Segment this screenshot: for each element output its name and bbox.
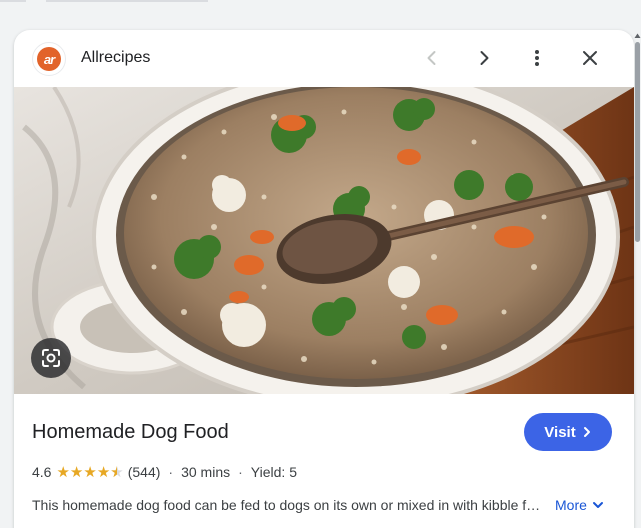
cook-time: 30 mins [181, 464, 231, 480]
star-icon: ★ [96, 463, 111, 481]
lens-search-icon [42, 349, 60, 367]
visit-button-label: Visit [544, 423, 576, 441]
panel-header: ar Allrecipes [14, 30, 634, 86]
scrollbar-thumb[interactable] [635, 42, 640, 242]
more-options-button[interactable] [523, 44, 551, 72]
recipe-title[interactable]: Homemade Dog Food [32, 421, 229, 444]
chevron-right-icon [583, 427, 590, 437]
scrollbar[interactable] [634, 30, 641, 528]
star-icon: ★ [69, 463, 84, 481]
rating-value: 4.6 [32, 464, 52, 480]
chevron-right-icon [480, 51, 489, 65]
star-icon: ★ [83, 463, 97, 481]
knowledge-panel: ar Allrecipes Homemade Dog Food Visit 4.… [14, 30, 634, 528]
more-vert-icon [535, 50, 539, 66]
recipe-image[interactable] [14, 87, 634, 394]
more-button[interactable]: More [555, 497, 604, 513]
more-label: More [555, 497, 587, 513]
recipe-yield: Yield: 5 [250, 464, 297, 480]
recipe-description: This homemade dog food can be fed to dog… [32, 497, 542, 513]
top-divider [0, 0, 26, 2]
chevron-left-icon [427, 51, 436, 65]
close-button[interactable] [576, 44, 604, 72]
recipe-meta: 4.6 ★ ★ ★ ★ ★ (544) · 30 mins · Yield: 5 [32, 464, 297, 480]
separator-dot: · [238, 464, 243, 480]
review-count: (544) [127, 464, 161, 480]
visit-button[interactable]: Visit [524, 413, 612, 451]
dog-food-pot-illustration [14, 87, 634, 394]
lens-search-button[interactable] [31, 338, 71, 378]
site-name[interactable]: Allrecipes [81, 49, 150, 67]
previous-button[interactable] [418, 44, 446, 72]
allrecipes-logo-icon: ar [37, 47, 61, 71]
site-logo[interactable]: ar [32, 42, 66, 76]
star-icon: ★ [56, 463, 70, 481]
half-star-icon: ★ [110, 465, 123, 480]
scroll-up-arrow-icon[interactable] [634, 32, 641, 40]
close-icon [583, 51, 597, 65]
next-button[interactable] [470, 44, 498, 72]
rating-stars: ★ ★ ★ ★ ★ [56, 465, 123, 480]
separator-dot: · [168, 464, 174, 480]
chevron-down-icon [592, 502, 603, 508]
top-tab-edge [46, 0, 208, 2]
